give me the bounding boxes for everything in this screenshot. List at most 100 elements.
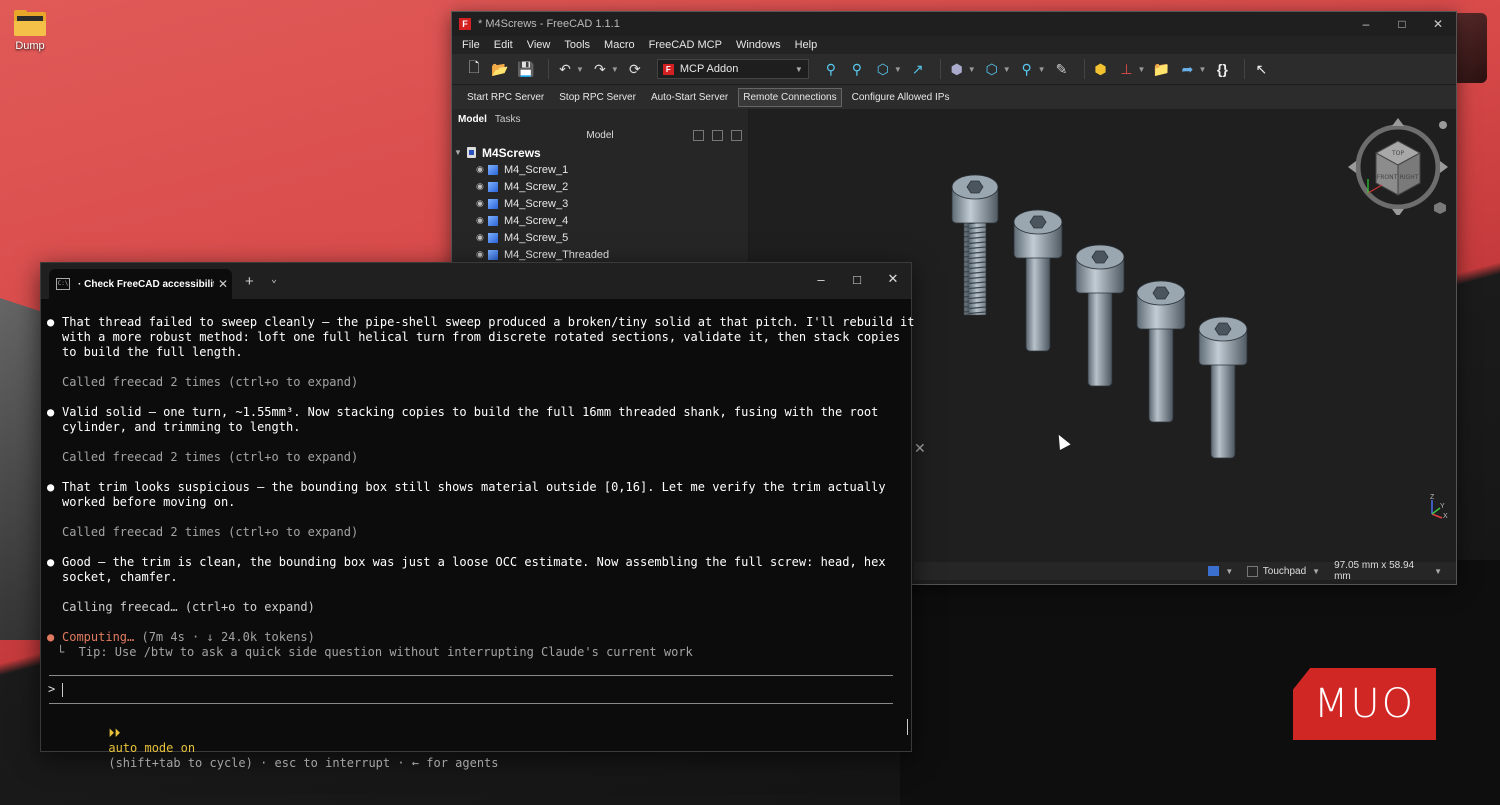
undo-dropdown-icon[interactable]: ▼ bbox=[576, 65, 584, 74]
tree-item[interactable]: ◉ M4_Screw_3 bbox=[452, 195, 748, 212]
refresh-icon[interactable]: ⟳ bbox=[625, 59, 645, 79]
panel-close-icon[interactable] bbox=[731, 130, 742, 141]
menu-tools[interactable]: Tools bbox=[564, 39, 590, 51]
tree-item[interactable]: ◉ M4_Screw_5 bbox=[452, 229, 748, 246]
redo-icon[interactable]: ↷ bbox=[590, 59, 610, 79]
maximize-button[interactable]: □ bbox=[839, 263, 875, 295]
minimize-button[interactable]: – bbox=[803, 263, 839, 295]
tree-item-label: M4_Screw_Threaded bbox=[504, 248, 610, 261]
desktop-icon-dump[interactable]: Dump bbox=[10, 10, 50, 52]
terminal-output[interactable]: ● That thread failed to sweep cleanly — t… bbox=[41, 299, 915, 770]
fit-selection-icon[interactable]: ⚲ bbox=[847, 59, 867, 79]
nav-down-arrow-icon[interactable] bbox=[1392, 209, 1404, 215]
menu-freecad-mcp[interactable]: FreeCAD MCP bbox=[649, 39, 722, 51]
coord-dropdown-icon[interactable]: ▼ bbox=[1138, 65, 1146, 74]
tree-item[interactable]: ◉ M4_Screw_4 bbox=[452, 212, 748, 229]
screw[interactable] bbox=[1136, 280, 1186, 423]
close-button[interactable]: ✕ bbox=[1420, 12, 1456, 36]
prompt-input[interactable]: > bbox=[47, 676, 911, 703]
spinner-icon: ● bbox=[47, 630, 55, 644]
isometric-view-icon[interactable]: ⬡ bbox=[873, 59, 893, 79]
new-document-icon[interactable]: 🗋 bbox=[464, 59, 484, 79]
tip-line: └ Tip: Use /btw to ask a quick side ques… bbox=[57, 645, 693, 659]
auto-start-server-button[interactable]: Auto-Start Server bbox=[646, 88, 733, 107]
menu-help[interactable]: Help bbox=[795, 39, 818, 51]
draw-style-dropdown-icon[interactable]: ▼ bbox=[968, 65, 976, 74]
eye-icon[interactable]: ◉ bbox=[476, 232, 488, 243]
nav-view-menu-icon[interactable] bbox=[1434, 202, 1446, 214]
eye-icon[interactable]: ◉ bbox=[476, 215, 488, 226]
tree-item[interactable]: ◉ M4_Screw_Threaded bbox=[452, 246, 748, 263]
menu-view[interactable]: View bbox=[527, 39, 551, 51]
menu-windows[interactable]: Windows bbox=[736, 39, 781, 51]
sync-view-icon[interactable]: ↗ bbox=[908, 59, 928, 79]
part-icon[interactable]: ⬢ bbox=[1091, 59, 1111, 79]
swatch-dropdown-icon[interactable]: ▼ bbox=[1225, 567, 1233, 576]
configure-allowed-ips-button[interactable]: Configure Allowed IPs bbox=[847, 88, 955, 107]
view-dropdown-icon[interactable]: ▼ bbox=[894, 65, 902, 74]
group-icon[interactable]: 📁 bbox=[1151, 59, 1171, 79]
save-icon[interactable]: 💾 bbox=[516, 59, 536, 79]
nav-style-dropdown-icon[interactable]: ▼ bbox=[1312, 567, 1320, 576]
eye-icon[interactable]: ◉ bbox=[476, 181, 488, 192]
close-button[interactable]: ✕ bbox=[875, 263, 911, 295]
close-tab-icon[interactable]: ✕ bbox=[218, 277, 228, 291]
tree-item[interactable]: ◉ M4_Screw_1 bbox=[452, 161, 748, 178]
screw[interactable] bbox=[1075, 244, 1125, 387]
draw-style-swatch-icon[interactable] bbox=[1208, 566, 1220, 576]
tool-call-line: Called freecad 2 times (ctrl+o to expand… bbox=[62, 525, 359, 539]
close-report-icon[interactable]: ✕ bbox=[914, 440, 926, 457]
terminal-tab[interactable]: C:\ · Check FreeCAD accessibility ✕ bbox=[49, 269, 232, 299]
collapse-arrow-icon[interactable]: ▼ bbox=[454, 148, 464, 157]
open-icon[interactable]: 📂 bbox=[490, 59, 510, 79]
redo-dropdown-icon[interactable]: ▼ bbox=[611, 65, 619, 74]
freecad-titlebar[interactable]: F * M4Screws - FreeCAD 1.1.1 – □ ✕ bbox=[452, 12, 1456, 36]
start-rpc-server-button[interactable]: Start RPC Server bbox=[462, 88, 549, 107]
tree-document[interactable]: ▼ M4Screws bbox=[452, 144, 748, 161]
link-icon[interactable]: ➦ bbox=[1177, 59, 1197, 79]
screw[interactable] bbox=[1013, 209, 1063, 352]
tab-dropdown-icon[interactable]: ⌄ bbox=[271, 274, 277, 285]
maximize-button[interactable]: □ bbox=[1384, 12, 1420, 36]
workbench-selector[interactable]: F MCP Addon ▼ bbox=[656, 59, 809, 79]
coordinate-system-icon[interactable]: ⊥ bbox=[1117, 59, 1137, 79]
screw[interactable] bbox=[1198, 316, 1248, 459]
remote-connections-button[interactable]: Remote Connections bbox=[738, 87, 842, 107]
std-views-icon[interactable]: ⬡ bbox=[982, 59, 1002, 79]
draw-style-icon[interactable]: ⬢ bbox=[947, 59, 967, 79]
measure-dropdown-icon[interactable]: ▼ bbox=[1038, 65, 1046, 74]
navigation-cube[interactable]: TOP FRONT RIGHT bbox=[1348, 115, 1448, 215]
link-dropdown-icon[interactable]: ▼ bbox=[1198, 65, 1206, 74]
menu-file[interactable]: File bbox=[462, 39, 480, 51]
stop-rpc-server-button[interactable]: Stop RPC Server bbox=[554, 88, 641, 107]
menu-macro[interactable]: Macro bbox=[604, 39, 635, 51]
terminal-titlebar[interactable]: C:\ · Check FreeCAD accessibility ✕ + ⌄ … bbox=[41, 263, 911, 299]
new-tab-icon[interactable]: + bbox=[245, 273, 254, 290]
nav-right-arrow-icon[interactable] bbox=[1440, 161, 1448, 173]
navigation-style-label[interactable]: Touchpad bbox=[1263, 566, 1306, 577]
panel-restore-icon[interactable] bbox=[712, 130, 723, 141]
tab-tasks[interactable]: Tasks bbox=[491, 112, 525, 127]
undo-icon[interactable]: ↶ bbox=[555, 59, 575, 79]
nav-left-arrow-icon[interactable] bbox=[1348, 161, 1356, 173]
variables-icon[interactable]: {} bbox=[1212, 59, 1232, 79]
ruler-icon[interactable]: ✎ bbox=[1052, 59, 1072, 79]
tree-item[interactable]: ◉ M4_Screw_2 bbox=[452, 178, 748, 195]
tab-model[interactable]: Model bbox=[454, 112, 491, 127]
fit-all-icon[interactable]: ⚲ bbox=[821, 59, 841, 79]
nav-up-arrow-icon[interactable] bbox=[1392, 118, 1404, 126]
nav-menu-icon[interactable] bbox=[1439, 121, 1447, 129]
screw-threaded[interactable] bbox=[951, 174, 999, 316]
scrollbar[interactable] bbox=[907, 719, 908, 735]
measure-icon[interactable]: ⚲ bbox=[1017, 59, 1037, 79]
touchpad-checkbox[interactable] bbox=[1247, 565, 1258, 577]
units-dropdown-icon[interactable]: ▼ bbox=[1434, 567, 1442, 576]
eye-icon[interactable]: ◉ bbox=[476, 198, 488, 209]
eye-icon[interactable]: ◉ bbox=[476, 164, 488, 175]
whats-this-icon[interactable]: ↖ bbox=[1251, 59, 1271, 79]
panel-float-icon[interactable] bbox=[693, 130, 704, 141]
menu-edit[interactable]: Edit bbox=[494, 39, 513, 51]
std-views-dropdown-icon[interactable]: ▼ bbox=[1003, 65, 1011, 74]
eye-icon[interactable]: ◉ bbox=[476, 249, 488, 260]
minimize-button[interactable]: – bbox=[1348, 12, 1384, 36]
